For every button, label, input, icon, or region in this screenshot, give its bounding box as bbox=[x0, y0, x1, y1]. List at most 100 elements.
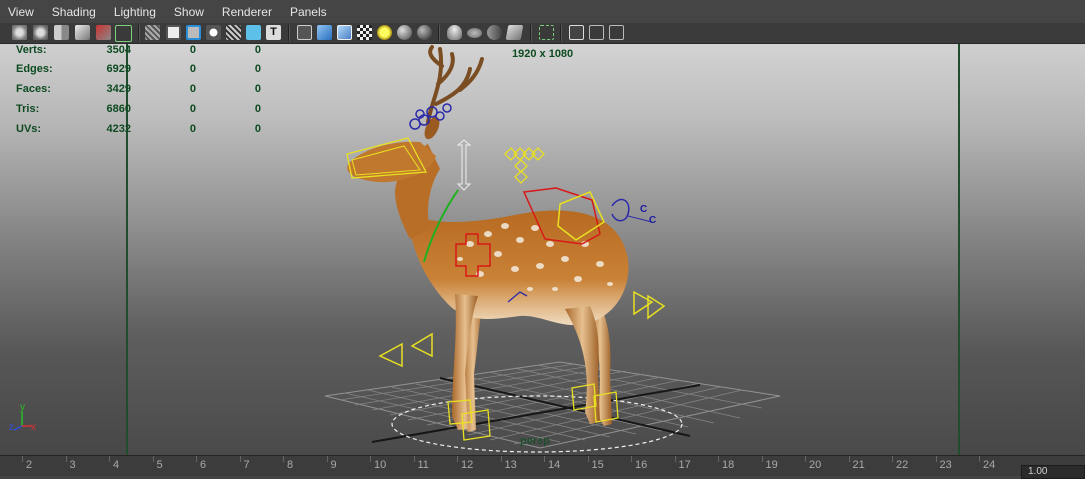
grid-icon[interactable] bbox=[145, 25, 160, 40]
hud-value: 3429 bbox=[106, 83, 131, 95]
time-slider-tick-label: 2 bbox=[26, 459, 33, 471]
safe-title-icon[interactable]: T bbox=[266, 25, 281, 40]
time-slider-tick-label: 15 bbox=[591, 459, 604, 471]
time-slider-tick-label: 24 bbox=[983, 459, 996, 471]
hud-value: 0 bbox=[254, 83, 261, 95]
deer-ear bbox=[424, 116, 440, 140]
time-slider-tick bbox=[370, 456, 371, 462]
time-slider-tick bbox=[892, 456, 893, 462]
time-slider-tick-label: 17 bbox=[678, 459, 691, 471]
axis-z-line bbox=[13, 425, 23, 431]
time-slider-tick bbox=[674, 456, 676, 462]
toolbar-separator bbox=[530, 25, 532, 41]
time-slider-tick bbox=[718, 456, 719, 462]
time-slider-tick bbox=[109, 456, 110, 462]
camera-name-label: persp bbox=[520, 435, 550, 447]
hud-value: 0 bbox=[189, 63, 196, 75]
hud-value: 0 bbox=[189, 44, 196, 56]
time-slider-tick-label: 11 bbox=[417, 459, 429, 471]
two-d-pan-zoom-icon[interactable] bbox=[96, 25, 111, 40]
hud-value: 0 bbox=[254, 44, 261, 56]
hud-value: 4232 bbox=[106, 123, 131, 135]
time-slider-tick bbox=[544, 456, 545, 462]
shadows-icon[interactable] bbox=[397, 25, 412, 40]
hud-value: 0 bbox=[189, 83, 196, 95]
time-slider-tick bbox=[22, 456, 23, 462]
toolbar-separator bbox=[560, 25, 562, 41]
time-slider-tick-label: 4 bbox=[113, 459, 120, 471]
smooth-shade-icon[interactable] bbox=[317, 25, 332, 40]
hud-value: 0 bbox=[189, 103, 196, 115]
resolution-readout: 1920 x 1080 bbox=[512, 48, 574, 60]
time-slider-tick bbox=[935, 456, 937, 462]
field-chart-icon[interactable] bbox=[226, 25, 241, 40]
time-slider[interactable]: 2 3 4 5 6 7 8 9 10 11 12 13 14 15 16 17 18 19 20 21 22 23 24 1… bbox=[0, 455, 1085, 479]
tail-control bbox=[611, 198, 630, 222]
hud-label: Edges: bbox=[16, 63, 53, 75]
motion-blur-icon[interactable] bbox=[447, 25, 462, 40]
toolbar-separator bbox=[438, 25, 440, 41]
hud-value: 6860 bbox=[106, 103, 131, 115]
xray-components-icon[interactable] bbox=[609, 25, 624, 40]
time-slider-tick bbox=[283, 456, 284, 462]
time-slider-tick bbox=[848, 456, 850, 462]
grease-pencil-icon[interactable] bbox=[115, 25, 132, 42]
grid-z-axis bbox=[439, 377, 691, 437]
image-plane-icon[interactable] bbox=[75, 25, 90, 40]
menu-shading[interactable]: Shading bbox=[44, 0, 106, 23]
time-slider-tick-label: 20 bbox=[809, 459, 822, 471]
film-gate-icon[interactable] bbox=[166, 25, 181, 40]
camera-attributes-icon[interactable] bbox=[33, 25, 48, 40]
isolate-select-icon[interactable] bbox=[539, 25, 554, 40]
select-camera-icon[interactable] bbox=[12, 25, 27, 40]
time-slider-tick-label: 16 bbox=[635, 459, 648, 471]
time-slider-tick bbox=[979, 456, 980, 462]
perspective-viewport[interactable]: C C y x z Verts: 3504 0 0 Edges: 6929 0 … bbox=[0, 44, 1085, 455]
gate-mask-icon[interactable] bbox=[206, 25, 221, 40]
ambient-occlusion-icon[interactable] bbox=[417, 25, 432, 40]
tail-control-label: C bbox=[640, 204, 647, 215]
hud-value: 0 bbox=[189, 123, 196, 135]
ground-grid bbox=[324, 361, 781, 449]
menu-lighting[interactable]: Lighting bbox=[106, 0, 166, 23]
hud-value: 0 bbox=[254, 103, 261, 115]
antialias-icon[interactable] bbox=[467, 28, 482, 38]
lighting-icon[interactable] bbox=[377, 25, 392, 40]
toolbar-separator bbox=[288, 25, 290, 41]
wireframe-icon[interactable] bbox=[297, 25, 312, 40]
xray-icon[interactable] bbox=[569, 25, 584, 40]
menu-panels[interactable]: Panels bbox=[282, 0, 337, 23]
time-slider-tick-label: 23 bbox=[939, 459, 952, 471]
time-slider-tick bbox=[500, 456, 502, 462]
time-slider-tick bbox=[326, 456, 328, 462]
hud-label: Verts: bbox=[16, 44, 47, 56]
textured-icon[interactable] bbox=[357, 25, 372, 40]
time-slider-tick-label: 6 bbox=[200, 459, 207, 471]
time-slider-tick-label: 12 bbox=[461, 459, 474, 471]
safe-action-icon[interactable] bbox=[246, 25, 261, 40]
resolution-gate-icon[interactable] bbox=[186, 25, 201, 40]
time-slider-tick-label: 13 bbox=[504, 459, 517, 471]
time-slider-tick bbox=[239, 456, 241, 462]
time-slider-tick bbox=[587, 456, 589, 462]
time-slider-tick-label: 8 bbox=[287, 459, 294, 471]
axis-y-label: y bbox=[20, 402, 25, 413]
time-slider-tick-label: 5 bbox=[156, 459, 163, 471]
bookmarks-icon[interactable] bbox=[54, 25, 69, 40]
depth-of-field-icon[interactable] bbox=[487, 25, 502, 40]
xray-joints-icon[interactable] bbox=[589, 25, 604, 40]
time-slider-tick bbox=[761, 456, 763, 462]
time-slider-tick-label: 14 bbox=[548, 459, 561, 471]
wireframe-on-shaded-icon[interactable] bbox=[337, 25, 352, 40]
hud-value: 0 bbox=[254, 63, 261, 75]
axis-x-label: x bbox=[31, 422, 36, 433]
time-slider-tick-label: 18 bbox=[722, 459, 735, 471]
menu-renderer[interactable]: Renderer bbox=[214, 0, 282, 23]
hardware-fog-icon[interactable] bbox=[505, 25, 524, 40]
time-slider-tick-label: 10 bbox=[374, 459, 387, 471]
menu-show[interactable]: Show bbox=[166, 0, 214, 23]
time-slider-tick-label: 19 bbox=[765, 459, 778, 471]
menu-view[interactable]: View bbox=[0, 0, 44, 23]
hud-label: UVs: bbox=[16, 123, 42, 135]
current-frame-field[interactable]: 1.00 bbox=[1021, 465, 1085, 479]
